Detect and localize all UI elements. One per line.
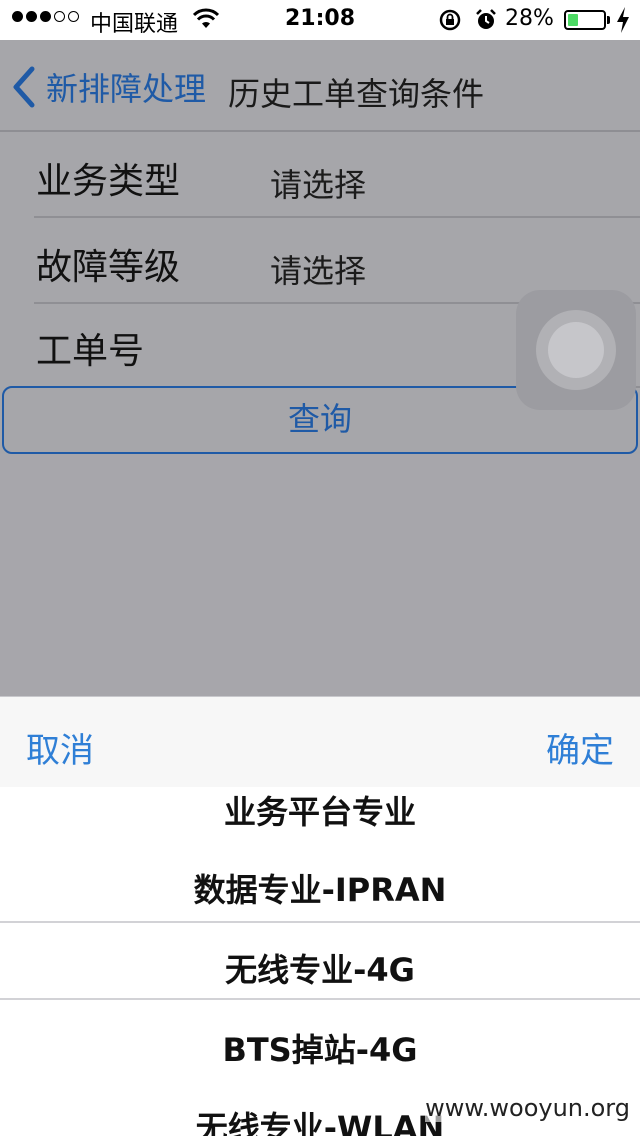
cancel-button[interactable]: 取消 <box>26 723 94 772</box>
business-type-picker[interactable]: 业务平台专业 数据专业-IPRAN 无线专业-4G BTS掉站-4G 无线专业-… <box>0 787 640 1136</box>
picker-item[interactable]: 数据专业-IPRAN <box>0 865 640 911</box>
battery-icon <box>564 10 606 30</box>
business-type-select[interactable]: 请选择 <box>270 160 366 206</box>
form-row-business-type[interactable]: 业务类型 请选择 <box>34 132 640 218</box>
chevron-left-icon <box>13 66 35 108</box>
picker-selection-line-bottom <box>0 998 640 1000</box>
picker-selection-line-top <box>0 921 640 923</box>
page-title: 历史工单查询条件 <box>228 75 485 113</box>
navigation-bar: 新排障处理 历史工单查询条件 <box>0 40 640 132</box>
business-type-label: 业务类型 <box>36 161 181 202</box>
bolt-icon <box>617 7 629 33</box>
fault-level-label: 故障等级 <box>36 247 181 288</box>
rotation-lock-icon <box>439 9 461 31</box>
picker-toolbar: 取消 确定 <box>0 696 640 788</box>
battery-percent: 28% <box>505 6 554 31</box>
back-button[interactable]: 新排障处理 <box>8 64 206 110</box>
back-label: 新排障处理 <box>46 70 207 108</box>
status-bar: 中国联通 21:08 28% <box>0 0 640 40</box>
assistive-touch-button[interactable] <box>516 290 636 410</box>
picker-item-selected[interactable]: 无线专业-4G <box>0 945 640 991</box>
assistive-touch-core <box>548 322 604 378</box>
battery-tip <box>607 16 610 24</box>
alarm-icon <box>476 9 496 29</box>
fault-level-select[interactable]: 请选择 <box>270 246 366 292</box>
picker-item[interactable]: 业务平台专业 <box>0 787 640 833</box>
picker-item[interactable]: BTS掉站-4G <box>0 1025 640 1071</box>
confirm-button[interactable]: 确定 <box>546 723 614 772</box>
watermark: www.wooyun.org <box>425 1094 630 1122</box>
ticket-number-label: 工单号 <box>36 331 145 372</box>
